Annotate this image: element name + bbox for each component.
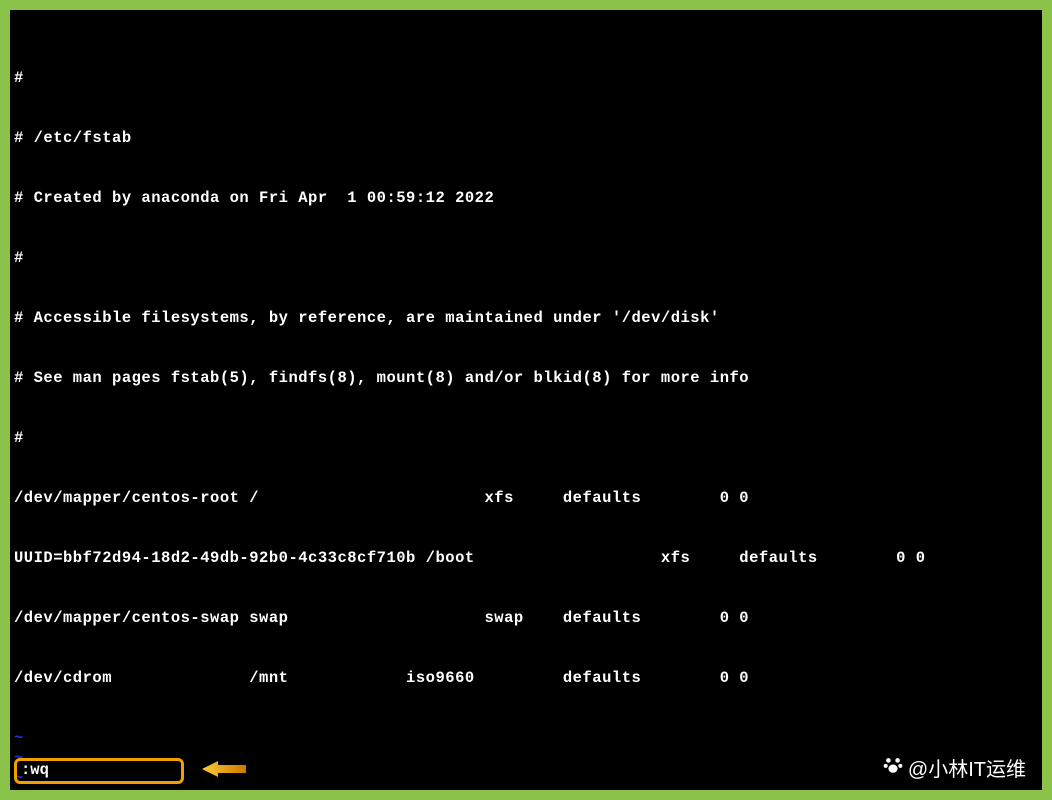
file-line: UUID=bbf72d94-18d2-49db-92b0-4c33c8cf710… [14,548,1038,568]
command-input-highlight[interactable]: :wq [14,758,184,784]
tilde-line: ~ [14,788,1038,790]
file-line: # [14,428,1038,448]
arrow-left-icon [202,760,246,783]
tilde-line: ~ [14,728,1038,748]
file-content: # # /etc/fstab # Created by anaconda on … [14,28,1038,728]
file-line: # /etc/fstab [14,128,1038,148]
paw-icon [882,754,904,782]
file-line: /dev/mapper/centos-swap swap swap defaul… [14,608,1038,628]
vim-command: :wq [21,761,49,779]
file-line: # See man pages fstab(5), findfs(8), mou… [14,368,1038,388]
file-line: # [14,68,1038,88]
file-line: # Accessible filesystems, by reference, … [14,308,1038,328]
command-row: :wq [14,758,246,784]
file-line: # Created by anaconda on Fri Apr 1 00:59… [14,188,1038,208]
terminal-window[interactable]: # # /etc/fstab # Created by anaconda on … [10,10,1042,790]
file-line: # [14,248,1038,268]
watermark: @小林IT运维 [882,753,1026,782]
watermark-text: @小林IT运维 [908,753,1026,782]
file-line: /dev/cdrom /mnt iso9660 defaults 0 0 [14,668,1038,688]
file-line: /dev/mapper/centos-root / xfs defaults 0… [14,488,1038,508]
